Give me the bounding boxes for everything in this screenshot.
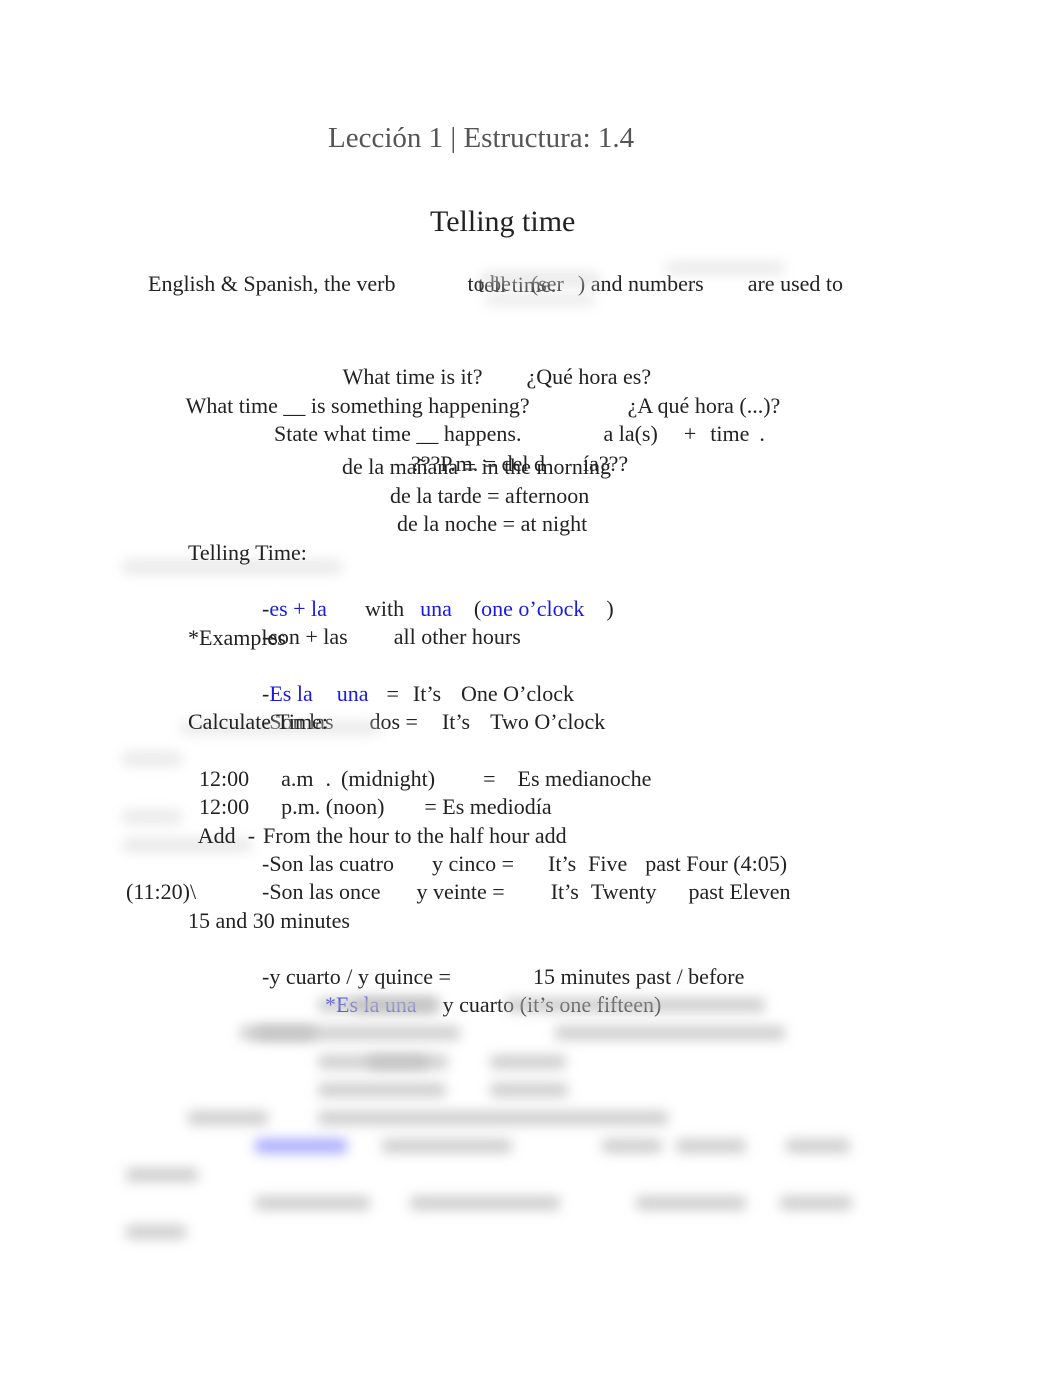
blurred-text (676, 1139, 746, 1153)
blurred-text (505, 998, 765, 1012)
blur-artifact (480, 272, 600, 286)
blurred-text (786, 1139, 850, 1153)
calc-text: It’s (550, 879, 579, 904)
blurred-text (602, 1139, 662, 1153)
rule-row: -son + las all other hours (251, 595, 521, 651)
period-row: de la mañana = in the morning (342, 454, 611, 479)
intro-text: English & Spanish, the verb (148, 271, 396, 296)
intro-text: and numbers (590, 271, 704, 296)
section-title: Telling time (430, 205, 576, 238)
section-heading: 15 and 30 minutes (188, 908, 350, 933)
blur-artifact (122, 752, 182, 766)
blurred-text (318, 1083, 446, 1097)
question-es: + (683, 421, 697, 446)
calc-text: past Eleven (688, 879, 791, 904)
section-heading: Calculate Time: (188, 709, 328, 734)
section-heading: *Examples (188, 625, 286, 650)
blurred-text (555, 1026, 785, 1040)
blurred-text (126, 1168, 198, 1182)
calc-text: Add (197, 823, 236, 848)
blur-artifact (485, 295, 595, 305)
lesson-title: Lección 1 | Estructura: 1.4 (328, 122, 635, 154)
calc-row: -Son las once y veinte = It’s Twenty past El… (251, 850, 791, 906)
calc-text: -Son las once (262, 879, 381, 904)
period-row: de la noche = at night (397, 511, 588, 536)
blur-artifact (122, 810, 182, 824)
intro-text: are used to (747, 271, 844, 296)
example-text: Two O’clock (490, 709, 606, 734)
blurred-text (352, 998, 438, 1012)
section-heading: Telling Time: (188, 540, 307, 565)
calc-row: (11:20)\ (126, 879, 197, 904)
blurred-text (255, 1139, 347, 1153)
blurred-text (490, 1083, 568, 1097)
blurred-text (255, 1196, 370, 1210)
blurred-text (382, 1139, 512, 1153)
calc-text: Twenty (590, 879, 657, 904)
rule-text: ) (606, 596, 614, 621)
example-text: It’s (441, 709, 471, 734)
question-es: . (759, 421, 765, 446)
blurred-text (490, 1055, 566, 1069)
period-row: de la tarde = afternoon (390, 483, 590, 508)
blurred-text (318, 1111, 668, 1125)
rule-text: all other hours (393, 624, 521, 649)
question-es: time (710, 421, 750, 446)
blur-artifact (665, 262, 785, 274)
blurred-text (368, 1055, 428, 1069)
blurred-text (240, 1026, 460, 1040)
blurred-text (636, 1196, 746, 1210)
blurred-text (188, 1111, 268, 1125)
blurred-text (126, 1225, 186, 1239)
calc-text: y veinte = (416, 879, 505, 904)
blurred-text (410, 1196, 560, 1210)
blurred-text (780, 1196, 852, 1210)
